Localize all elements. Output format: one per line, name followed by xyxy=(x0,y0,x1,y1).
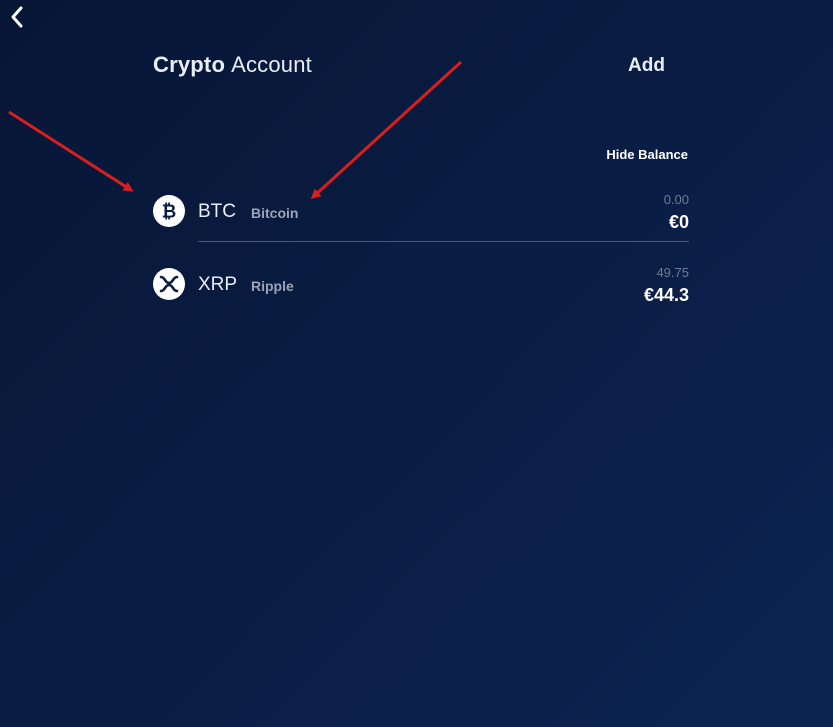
bitcoin-icon: ₿ xyxy=(153,195,185,227)
add-button[interactable]: Add xyxy=(628,55,665,77)
account-amount: 49.75 xyxy=(656,265,689,280)
account-row-btc[interactable]: ₿ BTC Bitcoin 0.00 €0 xyxy=(153,186,689,246)
account-name: Bitcoin xyxy=(251,205,299,221)
hide-balance-button[interactable]: Hide Balance xyxy=(606,147,688,162)
back-button[interactable] xyxy=(6,4,30,30)
page-title-light: Account xyxy=(231,52,312,77)
account-fiat-value: €44.3 xyxy=(643,285,689,305)
annotation-arrows xyxy=(8,60,463,200)
account-name: Ripple xyxy=(251,278,294,294)
svg-text:₿: ₿ xyxy=(162,202,177,223)
account-fiat-value: €0 xyxy=(668,212,689,232)
account-amount: 0.00 xyxy=(663,192,689,207)
account-ticker: BTC xyxy=(198,201,236,222)
page-title-bold: Crypto xyxy=(153,52,226,77)
page-title: Crypto Account xyxy=(153,52,312,78)
chevron-left-icon xyxy=(11,6,23,28)
account-row-xrp[interactable]: XRP Ripple 49.75 €44.3 xyxy=(153,259,689,319)
row-divider xyxy=(198,241,689,242)
ripple-icon xyxy=(153,268,185,300)
annotation-arrow-right xyxy=(310,60,463,200)
account-ticker: XRP xyxy=(198,274,238,295)
annotation-arrow-left xyxy=(8,110,134,192)
